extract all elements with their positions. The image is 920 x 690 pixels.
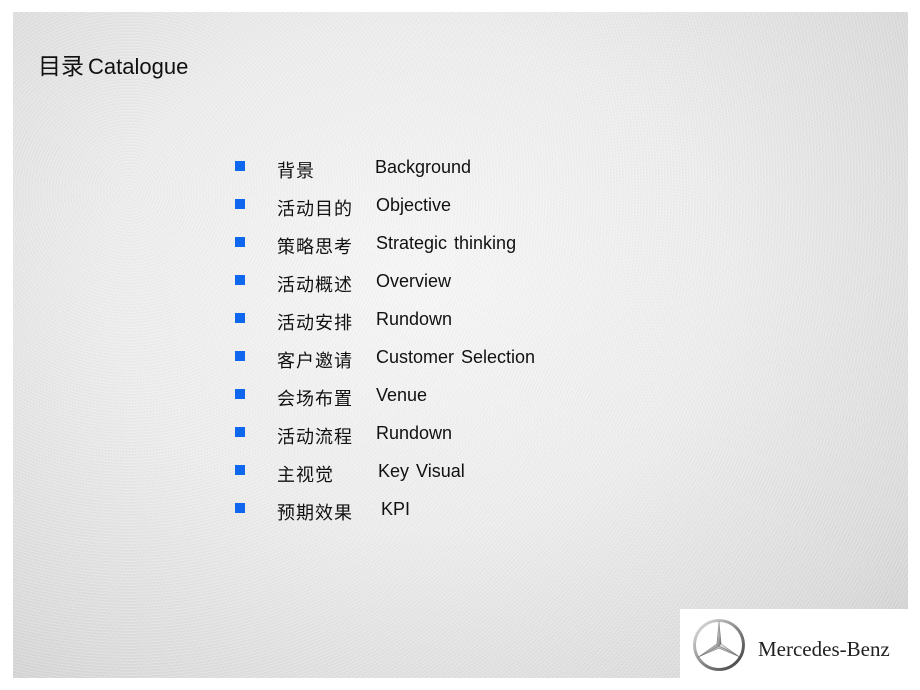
square-bullet-icon xyxy=(235,503,245,513)
toc-item-en: Objective xyxy=(376,195,452,215)
toc-item-en: Customer Selection xyxy=(376,347,536,367)
toc-item-cn: 策略思考 xyxy=(277,237,353,257)
toc-item-cn: 背景 xyxy=(277,161,315,181)
background-texture xyxy=(13,12,908,678)
toc-item-en: Key Visual xyxy=(378,461,465,481)
slide-title: 目录 Catalogue xyxy=(38,47,188,81)
square-bullet-icon xyxy=(235,427,245,437)
toc-item-cn: 主视觉 xyxy=(277,465,334,485)
toc-item-en: KPI xyxy=(381,499,411,519)
square-bullet-icon xyxy=(235,313,245,323)
square-bullet-icon xyxy=(235,465,245,475)
slide-title-en: Catalogue xyxy=(88,54,189,79)
slide-title-cn: 目录 xyxy=(38,53,84,79)
square-bullet-icon xyxy=(235,237,245,247)
brand-name: Mercedes-Benz xyxy=(758,637,890,661)
toc-item-en: Overview xyxy=(376,271,452,291)
square-bullet-icon xyxy=(235,199,245,209)
toc-item-cn: 活动目的 xyxy=(277,199,353,219)
toc-item-en: Background xyxy=(375,157,472,177)
brand-logo: Mercedes-Benz xyxy=(680,609,920,690)
slide-canvas: 目录 Catalogue 背景 Background 活动目的 Objective… xyxy=(13,12,908,678)
square-bullet-icon xyxy=(235,351,245,361)
toc-item-cn: 客户邀请 xyxy=(277,351,353,371)
square-bullet-icon xyxy=(235,389,245,399)
toc-item-en: Rundown xyxy=(376,423,453,443)
toc-item-en: Venue xyxy=(376,385,428,405)
toc-item-en: Rundown xyxy=(376,309,453,329)
toc-item-cn: 活动安排 xyxy=(277,313,353,333)
toc-item-cn: 活动流程 xyxy=(277,427,353,447)
three-pointed-star-icon xyxy=(693,619,745,671)
toc-item-en: Strategic thinking xyxy=(376,233,517,253)
toc-item-cn: 会场布置 xyxy=(277,389,353,409)
toc-item-cn: 活动概述 xyxy=(277,275,353,295)
square-bullet-icon xyxy=(235,161,245,171)
toc-item-cn: 预期效果 xyxy=(277,503,353,523)
square-bullet-icon xyxy=(235,275,245,285)
